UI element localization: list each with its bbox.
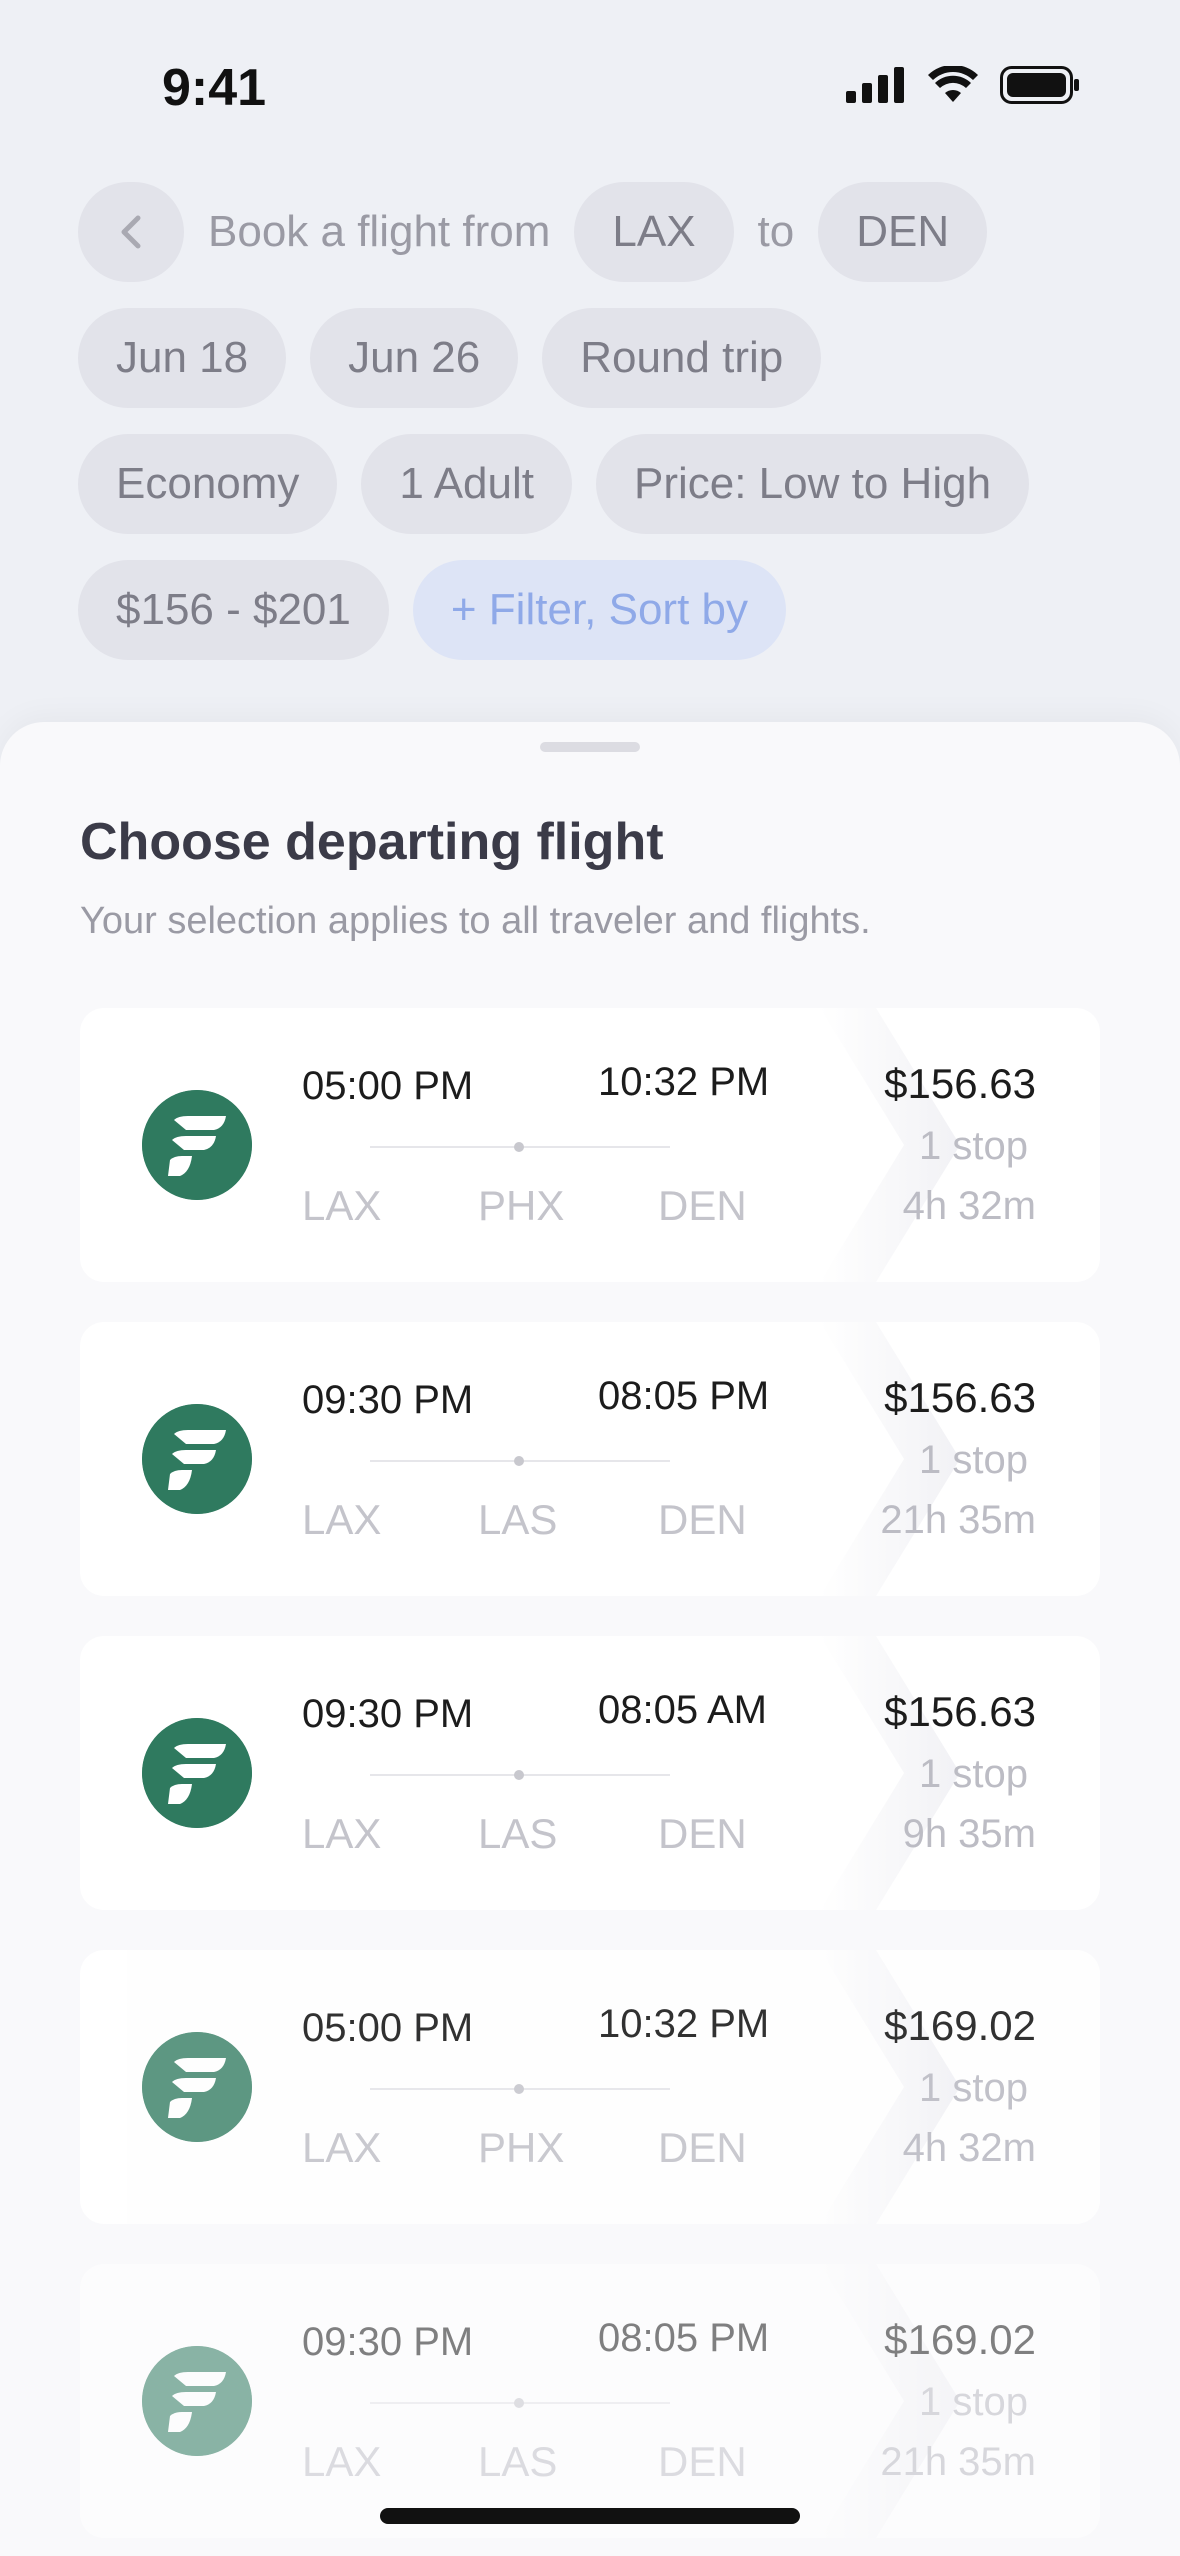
travelers-chip[interactable]: 1 Adult	[361, 434, 572, 534]
status-time: 9:41	[162, 59, 267, 117]
destination-chip[interactable]: DEN	[818, 182, 988, 282]
origin-airport: LAX	[302, 2124, 382, 2171]
signal-icon	[846, 67, 904, 103]
airline-logo-icon	[142, 2032, 252, 2142]
trip-type-chip[interactable]: Round trip	[542, 308, 822, 408]
route-prefix: Book a flight from	[208, 207, 551, 256]
chevron-left-icon	[121, 215, 141, 249]
cabin-chip[interactable]: Economy	[78, 434, 338, 534]
flight-price: $156.63	[884, 1060, 1036, 1107]
depart-date-chip[interactable]: Jun 18	[78, 308, 287, 408]
flight-duration: 21h 35m	[880, 2440, 1036, 2484]
route-stop-dot	[514, 2084, 524, 2094]
arrive-time: 10:32 PM	[598, 1060, 770, 1104]
back-button[interactable]	[78, 182, 184, 282]
depart-time: 09:30 PM	[302, 1692, 474, 1736]
arrive-time: 08:05 PM	[598, 1374, 770, 1418]
via-airport: LAS	[478, 1810, 558, 1857]
flight-card[interactable]: 09:30 PM 08:05 AM LAX LAS DEN $156.63 1 …	[80, 1636, 1100, 1910]
flight-duration: 4h 32m	[902, 2126, 1036, 2170]
origin-airport: LAX	[302, 1182, 382, 1229]
route-stop-dot	[514, 1142, 524, 1152]
sheet-grabber[interactable]	[540, 742, 640, 752]
flight-card[interactable]: 05:00 PM 10:32 PM LAX PHX DEN $156.63 1 …	[80, 1008, 1100, 1282]
flight-card[interactable]: 09:30 PM 08:05 PM LAX LAS DEN $156.63 1 …	[80, 1322, 1100, 1596]
wifi-icon	[928, 66, 978, 102]
airline-logo-icon	[142, 1404, 252, 1514]
filter-sort-button[interactable]: + Filter, Sort by	[412, 560, 786, 660]
search-chips: Book a flight from LAX to DEN Jun 18 Jun…	[78, 182, 1118, 686]
price-range-chip[interactable]: $156 - $201	[78, 560, 389, 660]
flight-stops: 1 stop	[919, 1438, 1028, 1482]
via-airport: LAS	[478, 2438, 558, 2485]
flight-duration: 4h 32m	[902, 1184, 1036, 1228]
battery-icon	[1000, 66, 1079, 104]
flight-stops: 1 stop	[919, 1124, 1028, 1168]
chip-row-filters: $156 - $201 + Filter, Sort by	[78, 560, 1118, 660]
chip-row-options: Economy 1 Adult Price: Low to High	[78, 434, 1118, 534]
via-airport: PHX	[478, 2124, 565, 2171]
depart-time: 05:00 PM	[302, 1064, 474, 1108]
flight-price: $156.63	[884, 1688, 1036, 1735]
flight-list: 05:00 PM 10:32 PM LAX PHX DEN $156.63 1 …	[80, 1008, 1100, 2556]
origin-airport: LAX	[302, 2438, 382, 2485]
destination-airport: DEN	[658, 2438, 747, 2485]
airline-logo-icon	[142, 1718, 252, 1828]
route-stop-dot	[514, 2398, 524, 2408]
flight-price: $156.63	[884, 1374, 1036, 1421]
via-airport: PHX	[478, 1182, 565, 1229]
destination-airport: DEN	[658, 1496, 747, 1543]
flight-card[interactable]: 05:00 PM 10:32 PM LAX PHX DEN $169.02 1 …	[80, 1950, 1100, 2224]
sheet-title: Choose departing flight	[80, 813, 664, 871]
arrive-time: 08:05 AM	[598, 1688, 768, 1732]
sort-chip[interactable]: Price: Low to High	[595, 434, 1030, 534]
via-airport: LAS	[478, 1496, 558, 1543]
destination-airport: DEN	[658, 1810, 747, 1857]
chip-row-dates: Jun 18 Jun 26 Round trip	[78, 308, 1118, 408]
depart-time: 09:30 PM	[302, 1378, 474, 1422]
flight-price: $169.02	[884, 2002, 1036, 2049]
flight-card[interactable]: 09:30 PM 08:05 PM LAX LAS DEN $169.02 1 …	[80, 2264, 1100, 2538]
route-stop-dot	[514, 1456, 524, 1466]
airline-logo-icon	[142, 1090, 252, 1200]
flight-stops: 1 stop	[919, 1752, 1028, 1796]
destination-airport: DEN	[658, 1182, 747, 1229]
route-stop-dot	[514, 1770, 524, 1780]
depart-time: 05:00 PM	[302, 2006, 474, 2050]
airline-logo-icon	[142, 2346, 252, 2456]
destination-airport: DEN	[658, 2124, 747, 2171]
status-bar: 9:41	[0, 0, 1180, 170]
origin-airport: LAX	[302, 1810, 382, 1857]
origin-airport: LAX	[302, 1496, 382, 1543]
flight-stops: 1 stop	[919, 2066, 1028, 2110]
flight-price: $169.02	[884, 2316, 1036, 2363]
flight-duration: 21h 35m	[880, 1498, 1036, 1542]
sheet-subtitle: Your selection applies to all traveler a…	[80, 900, 871, 942]
chip-row-route: Book a flight from LAX to DEN	[78, 182, 1118, 282]
flight-duration: 9h 35m	[902, 1812, 1036, 1856]
status-icons	[846, 66, 1080, 104]
arrive-time: 10:32 PM	[598, 2002, 770, 2046]
flight-sheet: Choose departing flight Your selection a…	[0, 722, 1180, 2556]
depart-time: 09:30 PM	[302, 2320, 474, 2364]
arrive-time: 08:05 PM	[598, 2316, 770, 2360]
home-indicator[interactable]	[380, 2508, 800, 2524]
return-date-chip[interactable]: Jun 26	[310, 308, 519, 408]
route-connector: to	[757, 207, 795, 256]
origin-chip[interactable]: LAX	[574, 182, 734, 282]
flight-stops: 1 stop	[919, 2380, 1028, 2424]
